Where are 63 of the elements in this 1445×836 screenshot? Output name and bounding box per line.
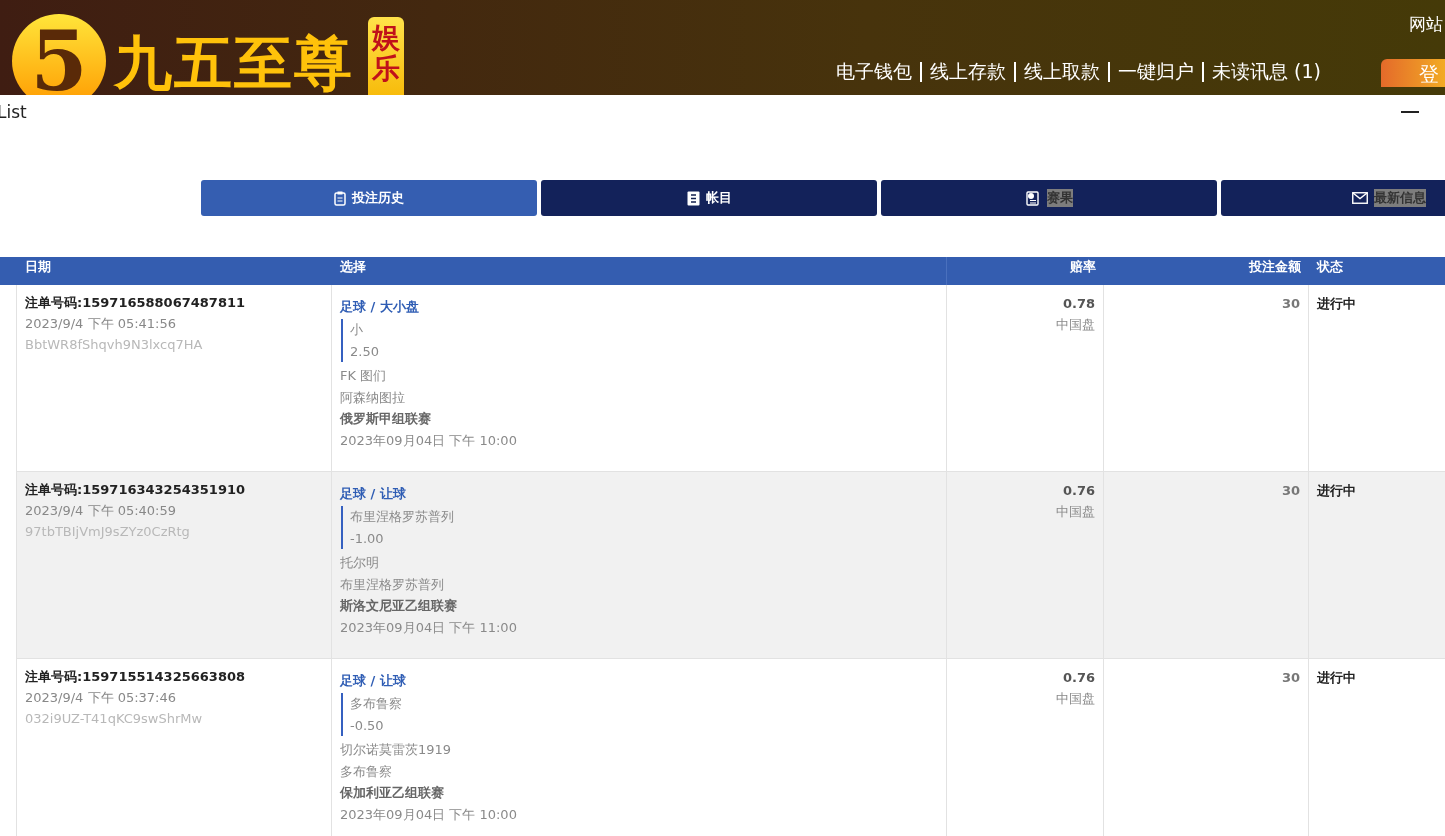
- line-text: -1.00: [350, 529, 385, 548]
- pick-text: 小: [350, 321, 364, 339]
- odds-value: 0.76: [1062, 482, 1095, 500]
- tab[interactable]: 投注历史: [201, 180, 537, 216]
- away-team: 阿森纳图拉: [340, 388, 406, 407]
- home-team: FK 图们: [340, 367, 388, 385]
- bet-status: 进行中: [1317, 669, 1357, 687]
- market-link[interactable]: 足球 / 让球: [340, 485, 938, 503]
- bet-time: 2023/9/4 下午 05:41:56: [25, 315, 178, 333]
- ticket-code: 97tbTBIjVmJ9sZYz0CzRtg: [25, 523, 191, 541]
- nav-link[interactable]: 线上取款: [1024, 59, 1101, 85]
- kickoff-time: 2023年09月04日 下午 10:00: [340, 805, 518, 824]
- order-number: 注单号码:159716343254351910: [25, 481, 247, 499]
- away-team: 多布鲁察: [340, 762, 393, 781]
- odds-type: 中国盘: [1056, 503, 1095, 521]
- home-team: 切尔诺莫雷茨1919: [340, 741, 453, 759]
- kickoff-time: 2023年09月04日 下午 11:00: [340, 618, 518, 637]
- site-link[interactable]: 网站: [1409, 13, 1443, 36]
- nav-link[interactable]: 一键归户: [1118, 59, 1195, 85]
- brand-badge: 娱乐: [368, 17, 404, 95]
- nav-link[interactable]: 电子钱包: [836, 59, 913, 85]
- document-check-icon: [1025, 190, 1041, 206]
- odds-type: 中国盘: [1056, 316, 1095, 334]
- tab[interactable]: 帐目: [541, 180, 877, 216]
- pick-text: 布里涅格罗苏普列: [350, 508, 455, 526]
- league-name: 俄罗斯甲组联赛: [340, 410, 432, 428]
- odds-type: 中国盘: [1056, 690, 1095, 708]
- ledger-icon: [686, 190, 700, 206]
- bet-status: 进行中: [1317, 482, 1357, 500]
- order-number: 注单号码:159716588067487811: [25, 294, 247, 312]
- market-link[interactable]: 足球 / 大小盘: [340, 298, 938, 316]
- bet-time: 2023/9/4 下午 05:37:46: [25, 689, 178, 707]
- table-row[interactable]: 注单号码:159716343254351910 2023/9/4 下午 05:40:59 97tbTBIjVmJ9sZYz0CzRtg 足球 / 让球 布里涅格罗苏普列 -1.00 托尔明 布里涅格罗苏普列 斯洛文尼亚乙组联赛 2023年09月04日 下午 11:00 0.76 中国盘 30 进行中: [0, 472, 1445, 659]
- nav-link[interactable]: 未读讯息 (1): [1212, 59, 1321, 85]
- column-header: 日期: [24, 258, 52, 276]
- column-header: 状态: [1315, 258, 1344, 276]
- ticket-code: 032i9UZ-T41qKC9swShrMw: [25, 710, 204, 728]
- league-name: 保加利亚乙组联赛: [340, 784, 445, 802]
- league-name: 斯洛文尼亚乙组联赛: [340, 597, 458, 615]
- ticket-code: BbtWR8fShqvh9N3lxcq7HA: [25, 336, 204, 354]
- clipboard-icon: [334, 190, 346, 206]
- odds-value: 0.76: [1062, 669, 1095, 687]
- line-text: -0.50: [350, 716, 385, 735]
- minimize-icon[interactable]: [1401, 110, 1419, 114]
- mail-icon: [1352, 192, 1368, 204]
- stake-amount: 30: [1281, 482, 1300, 500]
- home-team: 托尔明: [340, 554, 380, 572]
- odds-value: 0.78: [1062, 295, 1095, 313]
- logo-mark: 5: [12, 14, 106, 95]
- pick-text: 多布鲁察: [350, 695, 403, 713]
- column-header: 赔率: [1069, 258, 1097, 276]
- kickoff-time: 2023年09月04日 下午 10:00: [340, 431, 518, 450]
- order-number: 注单号码:159715514325663808: [25, 668, 247, 686]
- market-link[interactable]: 足球 / 让球: [340, 672, 938, 690]
- stake-amount: 30: [1281, 295, 1300, 313]
- nav-link[interactable]: 线上存款: [930, 59, 1007, 85]
- bet-status: 进行中: [1317, 295, 1357, 313]
- line-text: 2.50: [350, 342, 380, 361]
- stake-amount: 30: [1281, 669, 1300, 687]
- column-header: 投注金额: [1247, 258, 1302, 276]
- bet-time: 2023/9/4 下午 05:40:59: [25, 502, 178, 520]
- away-team: 布里涅格罗苏普列: [340, 575, 445, 594]
- brand-title: 九五至尊: [114, 34, 354, 92]
